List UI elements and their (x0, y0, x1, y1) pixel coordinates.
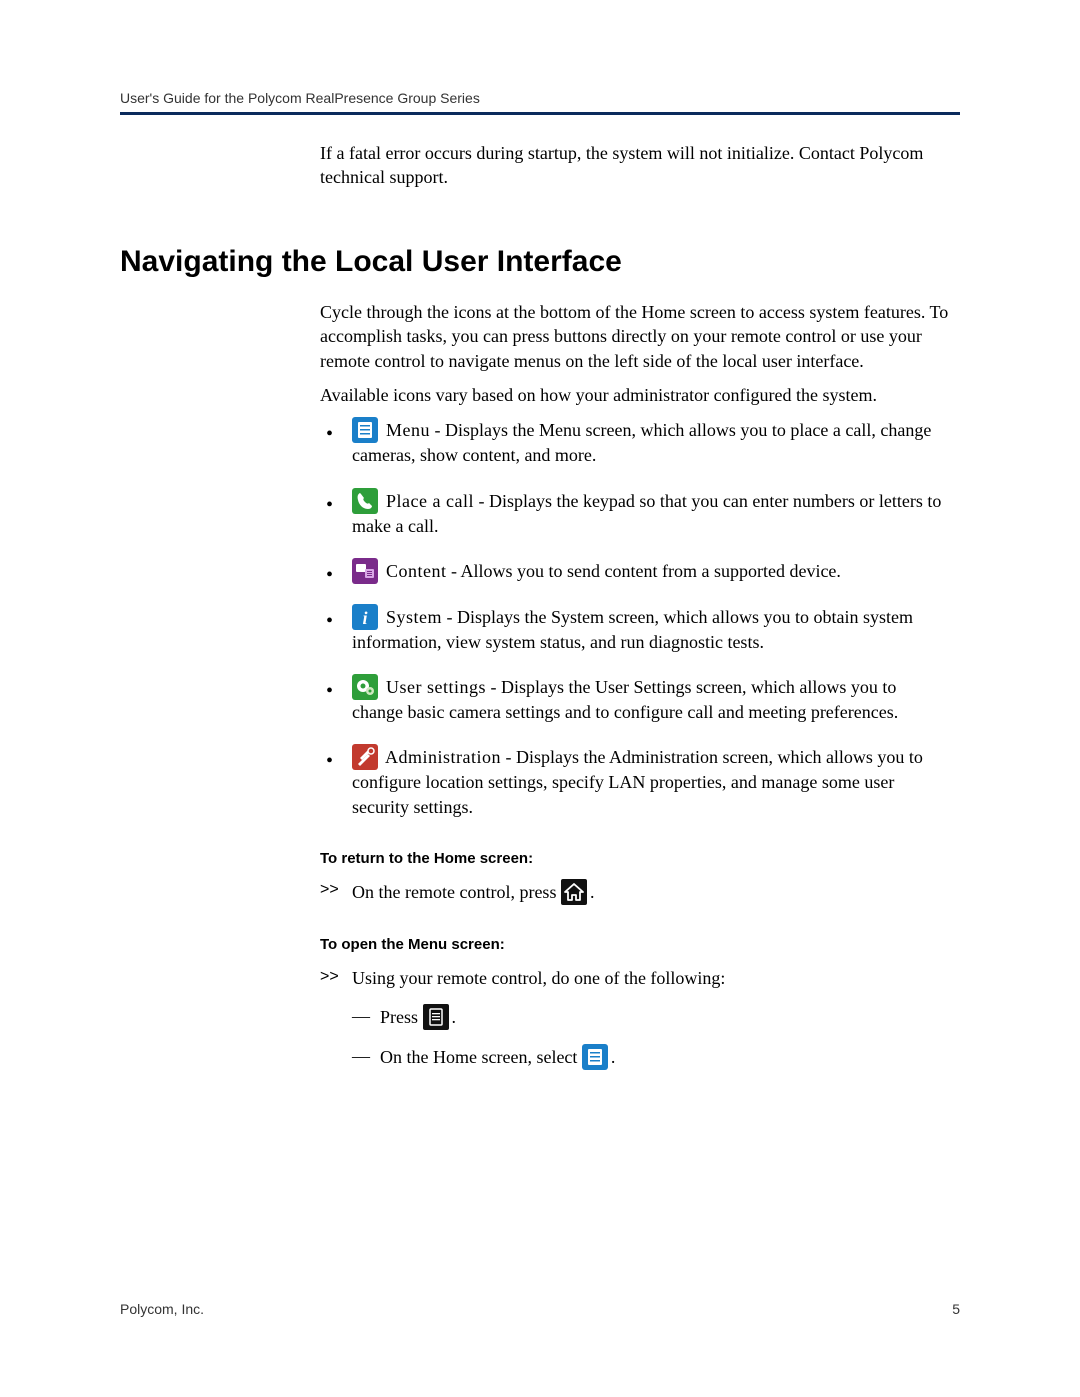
footer-left: Polycom, Inc. (120, 1301, 204, 1317)
list-item: i System - Displays the System screen, w… (320, 604, 950, 654)
intro-paragraph: If a fatal error occurs during startup, … (320, 141, 950, 190)
phone-icon (352, 488, 378, 514)
step-text: On the Home screen, select (380, 1047, 582, 1067)
home-icon (561, 879, 587, 905)
list-item: Content - Allows you to send content fro… (320, 558, 950, 584)
page: User's Guide for the Polycom RealPresenc… (0, 0, 1080, 1397)
page-number: 5 (952, 1301, 960, 1317)
icon-list: Menu - Displays the Menu screen, which a… (320, 417, 950, 819)
term: Place a call (381, 491, 474, 511)
running-header: User's Guide for the Polycom RealPresenc… (120, 90, 960, 112)
section-heading: Navigating the Local User Interface (120, 242, 950, 283)
procedure-step: Using your remote control, do one of the… (320, 966, 950, 990)
list-item: Place a call - Displays the keypad so th… (320, 488, 950, 538)
procedure-heading: To return to the Home screen: (320, 849, 950, 869)
step-text: . (590, 882, 595, 902)
list-item: Menu - Displays the Menu screen, which a… (320, 417, 950, 467)
description: - Allows you to send content from a supp… (447, 561, 841, 581)
procedure-substep: Press . (320, 1004, 950, 1030)
body-paragraph: Available icons vary based on how your a… (320, 383, 950, 407)
menu-icon (352, 417, 378, 443)
term: System (381, 607, 442, 627)
content-icon (352, 558, 378, 584)
body-paragraph: Cycle through the icons at the bottom of… (320, 300, 950, 373)
procedure-heading: To open the Menu screen: (320, 935, 950, 955)
step-text: On the remote control, press (352, 882, 561, 902)
page-footer: Polycom, Inc. 5 (120, 1301, 960, 1317)
description: - Displays the Menu screen, which allows… (352, 420, 931, 465)
info-icon: i (352, 604, 378, 630)
step-text: . (452, 1007, 457, 1027)
list-item: Administration - Displays the Administra… (320, 744, 950, 819)
tools-icon (352, 744, 378, 770)
term: User settings (381, 677, 486, 697)
list-item: User settings - Displays the User Settin… (320, 674, 950, 724)
menu-button-icon (423, 1004, 449, 1030)
procedure-step: On the remote control, press . (320, 879, 950, 905)
term: Administration (381, 747, 501, 767)
gear-icon (352, 674, 378, 700)
term: Menu (381, 420, 430, 440)
term: Content (381, 561, 447, 581)
step-text: . (611, 1047, 616, 1067)
menu-icon (582, 1044, 608, 1070)
procedure-substep: On the Home screen, select . (320, 1044, 950, 1070)
step-text: Press (380, 1007, 423, 1027)
svg-text:i: i (362, 608, 367, 628)
content-column: If a fatal error occurs during startup, … (120, 115, 960, 1070)
